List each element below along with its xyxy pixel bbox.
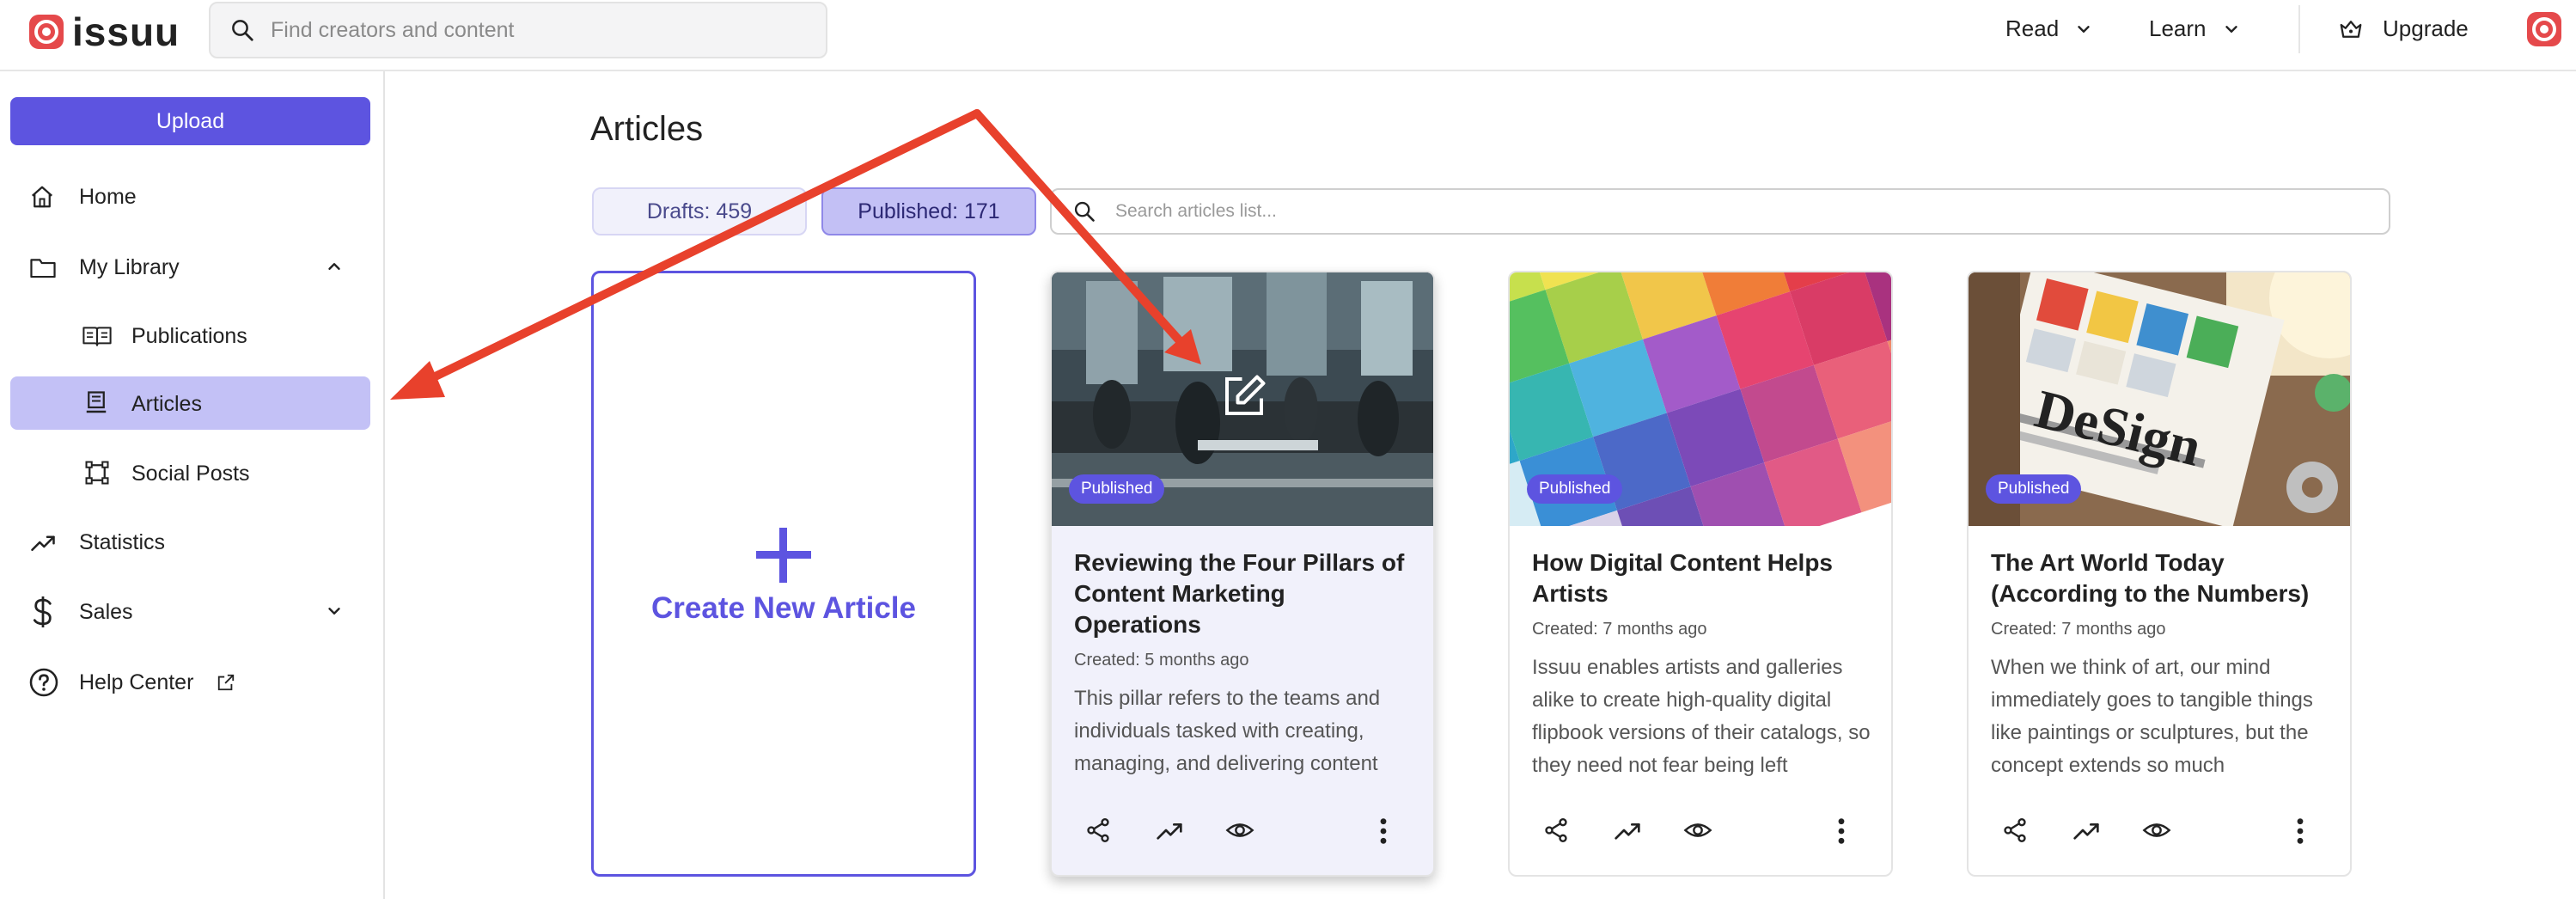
article-title[interactable]: Reviewing the Four Pillars of Content Ma… xyxy=(1074,547,1418,640)
statistics-icon[interactable] xyxy=(2072,816,2101,844)
sidebar-item-label: Articles xyxy=(131,392,202,416)
article-thumbnail: DeSign Published xyxy=(1969,272,2350,526)
article-actions xyxy=(1510,810,1891,853)
sidebar-item-publications[interactable]: Publications xyxy=(10,309,370,361)
top-bar: issuu Find creators and content Read Lea… xyxy=(0,0,2576,71)
sidebar-item-help-center[interactable]: Help Center xyxy=(10,656,370,707)
article-excerpt: Issuu enables artists and galleries alik… xyxy=(1532,656,1871,777)
read-menu[interactable]: Read xyxy=(2005,15,2093,42)
article-card[interactable]: DeSign Published The Art World Today (Ac… xyxy=(1967,271,2352,877)
more-options-icon[interactable] xyxy=(1835,816,1847,846)
share-icon[interactable] xyxy=(1084,816,1112,844)
article-title[interactable]: How Digital Content Helps Artists xyxy=(1532,547,1876,609)
article-thumbnail: Published xyxy=(1510,272,1891,526)
view-icon[interactable] xyxy=(1683,816,1712,844)
status-badge: Published xyxy=(1527,474,1623,504)
article-created: Created: 7 months ago xyxy=(1532,620,1707,639)
chevron-down-icon xyxy=(2222,20,2241,39)
more-options-icon[interactable] xyxy=(1377,816,1389,846)
page-title: Articles xyxy=(590,110,704,148)
sidebar: Upload Home My Library Publications Arti… xyxy=(0,71,385,899)
article-icon xyxy=(84,390,108,416)
global-search-placeholder: Find creators and content xyxy=(271,17,515,42)
crown-basket-icon xyxy=(2338,16,2364,42)
edit-icon[interactable] xyxy=(1218,370,1270,422)
create-new-article-label: Create New Article xyxy=(651,591,916,625)
issuu-logo-icon xyxy=(29,15,64,49)
status-badge: Published xyxy=(1069,474,1165,504)
learn-label: Learn xyxy=(2149,15,2207,41)
folder-icon xyxy=(29,254,57,280)
profile-avatar[interactable] xyxy=(2527,12,2561,46)
trend-icon xyxy=(29,529,57,555)
help-icon xyxy=(28,667,59,698)
article-actions xyxy=(1052,810,1433,853)
articles-search-placeholder: Search articles list... xyxy=(1115,201,1277,221)
sidebar-item-my-library[interactable]: My Library xyxy=(10,241,370,292)
article-excerpt: When we think of art, our mind immediate… xyxy=(1991,656,2313,777)
sidebar-item-label: My Library xyxy=(79,255,180,279)
article-created: Created: 7 months ago xyxy=(1991,620,2166,639)
article-card[interactable]: Published How Digital Content Helps Arti… xyxy=(1508,271,1893,877)
sidebar-item-sales[interactable]: Sales xyxy=(10,585,370,637)
share-icon[interactable] xyxy=(1542,816,1570,844)
statistics-icon[interactable] xyxy=(1613,816,1642,844)
article-card[interactable]: Published Reviewing the Four Pillars of … xyxy=(1050,271,1435,877)
sidebar-item-label: Publications xyxy=(131,324,247,348)
view-icon[interactable] xyxy=(2142,816,2171,844)
share-icon[interactable] xyxy=(2001,816,2029,844)
article-thumbnail: Published xyxy=(1052,272,1433,526)
dollar-icon xyxy=(32,596,54,627)
read-label: Read xyxy=(2005,15,2060,41)
statistics-icon[interactable] xyxy=(1155,816,1184,844)
sidebar-item-social-posts[interactable]: Social Posts xyxy=(10,447,370,498)
external-link-icon xyxy=(217,673,235,692)
book-icon xyxy=(82,323,113,349)
article-created: Created: 5 months ago xyxy=(1074,651,1249,670)
header-divider xyxy=(2298,5,2300,53)
search-icon xyxy=(1072,199,1096,223)
sidebar-item-label: Help Center xyxy=(79,670,194,694)
sidebar-item-label: Sales xyxy=(79,600,133,624)
chevron-down-icon xyxy=(2074,20,2093,39)
upgrade-label: Upgrade xyxy=(2383,15,2469,41)
issuu-app: issuu Find creators and content Read Lea… xyxy=(0,0,2576,899)
sidebar-item-label: Social Posts xyxy=(131,462,250,486)
article-title[interactable]: The Art World Today (According to the Nu… xyxy=(1991,547,2335,609)
tab-published[interactable]: Published: 171 xyxy=(821,187,1036,235)
upgrade-button[interactable]: Upgrade xyxy=(2338,15,2469,42)
create-new-article-card[interactable]: Create New Article xyxy=(591,271,976,877)
sidebar-item-statistics[interactable]: Statistics xyxy=(10,516,370,567)
learn-menu[interactable]: Learn xyxy=(2149,15,2241,42)
articles-search-input[interactable]: Search articles list... xyxy=(1050,188,2390,235)
social-post-icon xyxy=(84,460,110,486)
chevron-up-icon[interactable] xyxy=(325,257,344,276)
arrow-to-articles-head xyxy=(390,361,445,400)
more-options-icon[interactable] xyxy=(2294,816,2306,846)
view-icon[interactable] xyxy=(1225,816,1254,844)
article-actions xyxy=(1969,810,2350,853)
global-search-input[interactable]: Find creators and content xyxy=(209,2,827,58)
status-badge: Published xyxy=(1986,474,2082,504)
sidebar-item-label: Statistics xyxy=(79,530,166,554)
upload-button[interactable]: Upload xyxy=(10,97,370,145)
home-icon xyxy=(29,184,55,210)
search-icon xyxy=(229,17,255,43)
issuu-logo[interactable]: issuu xyxy=(29,12,180,52)
logo-text: issuu xyxy=(72,9,180,54)
sidebar-item-home[interactable]: Home xyxy=(10,170,370,222)
tab-drafts[interactable]: Drafts: 459 xyxy=(592,187,807,235)
sidebar-item-articles[interactable]: Articles xyxy=(10,376,370,430)
plus-icon xyxy=(751,523,816,588)
chevron-down-icon[interactable] xyxy=(325,602,344,621)
sidebar-item-label: Home xyxy=(79,185,137,209)
article-excerpt: This pillar refers to the teams and indi… xyxy=(1074,687,1381,775)
